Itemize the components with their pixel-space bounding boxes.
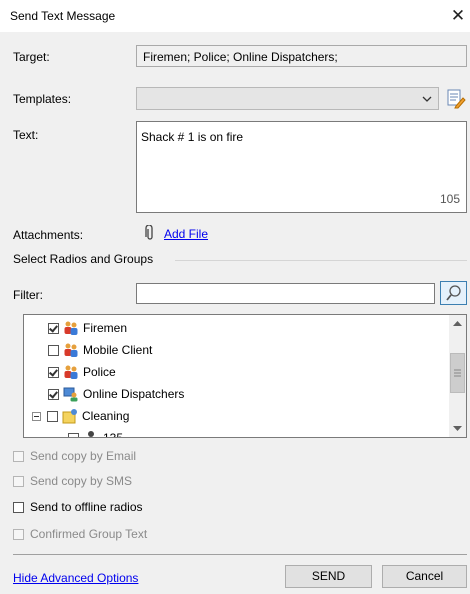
- grip-icon: [454, 369, 461, 377]
- edit-templates-icon[interactable]: [444, 87, 467, 110]
- tree-scrollbar[interactable]: [449, 315, 466, 437]
- checkbox: [13, 475, 24, 487]
- attachments-label: Attachments:: [13, 228, 84, 242]
- send-copy-email-option: Send copy by Email: [13, 448, 136, 464]
- checkbox[interactable]: [48, 366, 59, 378]
- filter-input[interactable]: [136, 283, 435, 304]
- hide-advanced-options-link[interactable]: Hide Advanced Options: [13, 571, 138, 585]
- cancel-button[interactable]: Cancel: [382, 565, 467, 588]
- tree-item-firemen[interactable]: Firemen: [48, 318, 127, 338]
- confirmed-group-text-option: Confirmed Group Text: [13, 526, 147, 542]
- search-icon: [446, 285, 461, 301]
- send-offline-option[interactable]: Send to offline radios: [13, 499, 143, 515]
- templates-label: Templates:: [13, 92, 72, 106]
- group-divider: [175, 260, 467, 261]
- send-copy-sms-option: Send copy by SMS: [13, 473, 132, 489]
- remaining-chars: 105: [439, 192, 460, 206]
- tree-item-label: Mobile Client: [83, 343, 153, 357]
- checkbox[interactable]: [13, 501, 24, 513]
- target-label: Target:: [13, 50, 50, 64]
- tree-item-mobile-client[interactable]: Mobile Client: [48, 340, 152, 360]
- filter-label: Filter:: [13, 288, 43, 302]
- radio-user-icon: [88, 431, 94, 437]
- tree-item-label: 135: [103, 431, 124, 438]
- checkbox[interactable]: [48, 388, 59, 400]
- radios-groups-tree[interactable]: Firemen Mobile Client Police Online Disp…: [23, 314, 467, 438]
- paperclip-icon: [145, 225, 153, 240]
- tree-item-label: Firemen: [83, 321, 128, 335]
- search-button[interactable]: [440, 281, 467, 305]
- checkbox[interactable]: [48, 322, 59, 334]
- tree-item-135[interactable]: 135: [68, 428, 124, 438]
- tree-item-cleaning[interactable]: Cleaning: [32, 406, 129, 426]
- tree-item-label: Cleaning: [82, 409, 130, 423]
- tree-item-online-dispatchers[interactable]: Online Dispatchers: [48, 384, 184, 404]
- window-title: Send Text Message: [10, 9, 116, 23]
- checkbox: [13, 450, 24, 462]
- option-label: Send to offline radios: [30, 500, 143, 514]
- option-label: Send copy by Email: [30, 449, 137, 463]
- group-icon: [64, 343, 78, 357]
- checkbox[interactable]: [68, 432, 79, 437]
- text-label: Text:: [13, 128, 39, 142]
- add-file-link[interactable]: Add File: [164, 227, 208, 241]
- collapse-icon[interactable]: [32, 411, 41, 421]
- checkbox: [13, 528, 24, 540]
- tree-item-label: Online Dispatchers: [83, 387, 185, 401]
- option-label: Confirmed Group Text: [30, 527, 148, 541]
- checkbox[interactable]: [47, 410, 58, 422]
- title-bar: Send Text Message ✕: [0, 0, 470, 32]
- scroll-down-icon[interactable]: [449, 420, 466, 437]
- group-icon: [64, 365, 78, 379]
- scroll-up-icon[interactable]: [449, 315, 466, 332]
- close-icon[interactable]: ✕: [448, 5, 468, 27]
- dynamic-group-icon: [62, 409, 77, 424]
- dispatcher-group-icon: [63, 387, 78, 402]
- message-textarea[interactable]: Shack # 1 is on fire 105: [136, 121, 467, 213]
- target-field: Firemen; Police; Online Dispatchers;: [136, 45, 467, 67]
- templates-dropdown[interactable]: [136, 87, 439, 110]
- tree-item-police[interactable]: Police: [48, 362, 116, 382]
- select-radios-heading: Select Radios and Groups: [13, 252, 158, 266]
- scroll-thumb[interactable]: [450, 353, 465, 393]
- checkbox[interactable]: [48, 344, 59, 356]
- chevron-down-icon: [422, 96, 432, 102]
- tree-item-label: Police: [83, 365, 116, 379]
- send-button[interactable]: SEND: [285, 565, 372, 588]
- option-label: Send copy by SMS: [30, 474, 133, 488]
- message-text: Shack # 1 is on fire: [141, 130, 244, 144]
- group-icon: [64, 321, 78, 335]
- footer-divider: [13, 554, 467, 555]
